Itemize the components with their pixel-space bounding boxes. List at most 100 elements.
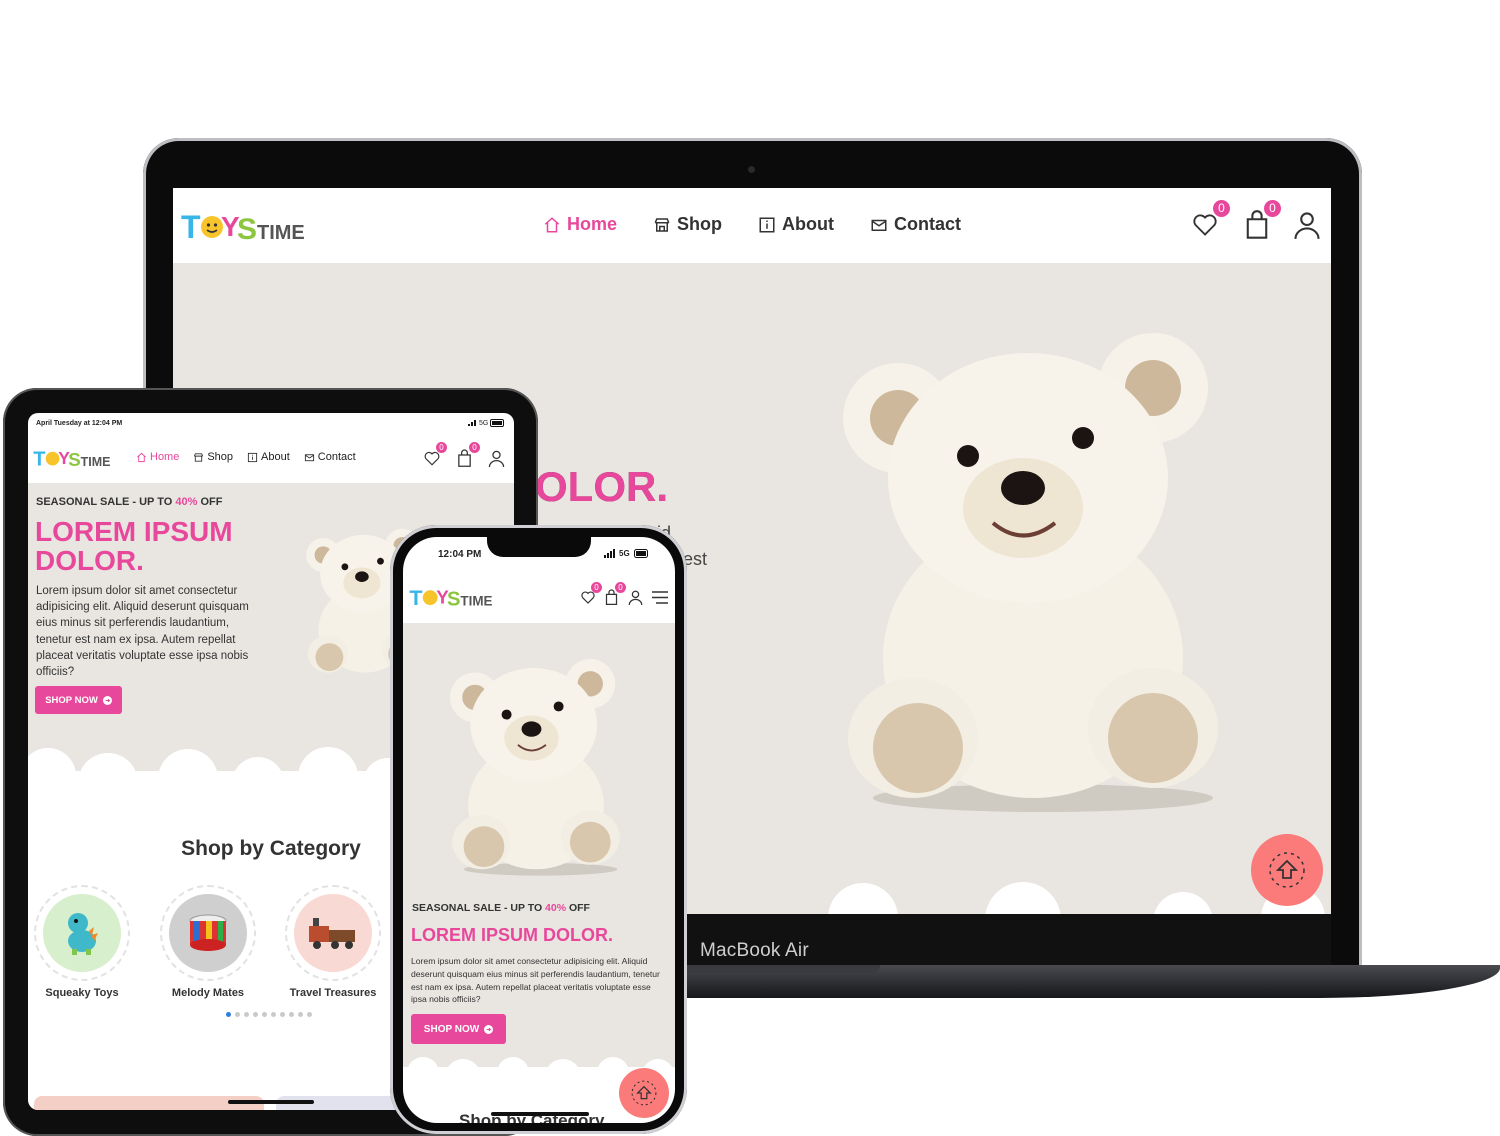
svg-text:S: S [237,213,257,246]
svg-text:T: T [33,448,45,470]
svg-text:T: T [409,586,422,610]
toys-time-logo[interactable]: T Y S TIME [179,206,304,246]
nav-home-label: Home [150,451,180,463]
toys-time-logo[interactable]: T Y S TIME [32,445,110,471]
carousel-dot[interactable] [235,1012,240,1017]
laptop-main-nav: Home Shop About Contact [543,214,961,235]
sale-suffix: OFF [197,496,223,508]
phone-notch [487,534,591,557]
arrow-up-icon [1267,850,1307,890]
svg-text:TIME: TIME [257,222,304,244]
info-icon [247,452,258,463]
shop-icon [193,452,204,463]
user-icon [1293,210,1321,240]
nav-shop[interactable]: Shop [653,214,722,235]
phone-shop-now-button[interactable]: SHOP NOW [411,1014,506,1044]
info-icon [758,216,776,234]
cart-count-badge: 0 [615,582,626,593]
category-carousel-dots [226,1012,312,1017]
phone-hero: SEASONAL SALE - UP TO 40% OFF LOREM IPSU… [403,623,675,1073]
teddy-bear-image [441,655,631,880]
cart-button[interactable]: 0 [456,442,480,468]
category-label: Travel Treasures [289,987,377,999]
arrow-right-circle-icon [484,1024,494,1034]
carousel-dot[interactable] [280,1012,285,1017]
cart-button[interactable]: 0 [604,582,626,606]
account-button[interactable] [628,589,643,606]
carousel-dot[interactable] [226,1012,231,1017]
svg-text:S: S [68,449,81,470]
nav-contact-label: Contact [317,451,356,463]
nav-home[interactable]: Home [543,214,617,235]
carousel-dot[interactable] [289,1012,294,1017]
laptop-header: T Y S TIME Home Shop About Contact 0 0 [173,188,1331,263]
cart-button[interactable]: 0 [1243,200,1281,240]
nav-shop-label: Shop [677,214,723,234]
battery-icon [634,549,650,558]
sale-prefix: SEASONAL SALE - UP TO [412,902,546,914]
nav-shop[interactable]: Shop [193,451,233,463]
tablet-network-label: 5G [479,420,489,427]
category-card-melody-mates[interactable]: Melody Mates [158,885,258,999]
tablet-shop-now-button[interactable]: SHOP NOW [35,686,122,714]
sale-percent: 40% [545,902,567,914]
account-button[interactable] [1293,210,1321,240]
nav-about-label: About [261,451,290,463]
shop-now-label: SHOP NOW [45,694,98,706]
phone-screen: 12:04 PM 5G T Y S TIME 0 0 SEASONAL SALE… [403,537,675,1123]
train-toy-icon [294,894,372,972]
nav-contact[interactable]: Contact [870,214,961,235]
wishlist-button[interactable]: 0 [580,582,602,605]
svg-text:S: S [447,589,460,611]
nav-shop-label: Shop [207,451,234,463]
teddy-bear-image [823,328,1243,818]
tablet-status-time: April Tuesday at 12:04 PM [36,420,123,427]
category-card-squeaky-toys[interactable]: Squeaky Toys [32,885,132,999]
category-card-travel-treasures[interactable]: Travel Treasures [282,885,384,999]
scroll-to-top-button[interactable] [619,1068,669,1118]
nav-home[interactable]: Home [136,451,179,463]
carousel-dot[interactable] [307,1012,312,1017]
sale-suffix: OFF [566,902,590,914]
menu-button[interactable] [652,591,668,604]
nav-contact[interactable]: Contact [304,451,356,463]
tablet-home-indicator [228,1100,314,1104]
carousel-dot[interactable] [271,1012,276,1017]
laptop-camera [748,166,755,173]
nav-about[interactable]: About [247,451,290,463]
tablet-header: T Y S TIME Home Shop About Contact 0 0 [28,435,514,483]
wishlist-button[interactable]: 0 [423,442,447,467]
carousel-dot[interactable] [253,1012,258,1017]
nav-contact-label: Contact [894,214,961,234]
phone-hero-title: LOREM IPSUM DOLOR. [411,925,613,945]
carousel-dot[interactable] [244,1012,249,1017]
tablet-status-bar: April Tuesday at 12:04 PM 5G [28,413,514,435]
user-icon [488,449,505,468]
category-label: Squeaky Toys [45,987,119,999]
account-button[interactable] [488,449,505,468]
nav-about[interactable]: About [758,214,834,235]
scroll-to-top-button[interactable] [1251,834,1323,906]
hamburger-menu-icon [652,591,668,604]
shop-now-label: SHOP NOW [423,1023,480,1035]
wishlist-count-badge: 0 [436,442,447,453]
category-label: Melody Mates [171,987,245,999]
phone-hero-text: Lorem ipsum dolor sit amet consectetur a… [411,956,660,1005]
svg-text:TIME: TIME [460,594,492,609]
battery-icon [490,419,506,427]
signal-icon [604,549,616,558]
home-icon [136,452,147,463]
home-icon [543,216,561,234]
phone-header: T Y S TIME 0 0 [403,573,675,623]
wishlist-count-badge: 0 [591,582,602,593]
wishlist-button[interactable]: 0 [1191,200,1230,238]
tablet-hero-title-line2: DOLOR. [35,545,144,576]
nav-about-label: About [782,214,834,234]
cloud-divider [403,1043,675,1073]
dinosaur-toy-icon [43,894,121,972]
mail-icon [304,452,315,463]
carousel-dot[interactable] [298,1012,303,1017]
arrow-up-icon [630,1079,658,1107]
toys-time-logo[interactable]: T Y S TIME [408,583,492,611]
carousel-dot[interactable] [262,1012,267,1017]
